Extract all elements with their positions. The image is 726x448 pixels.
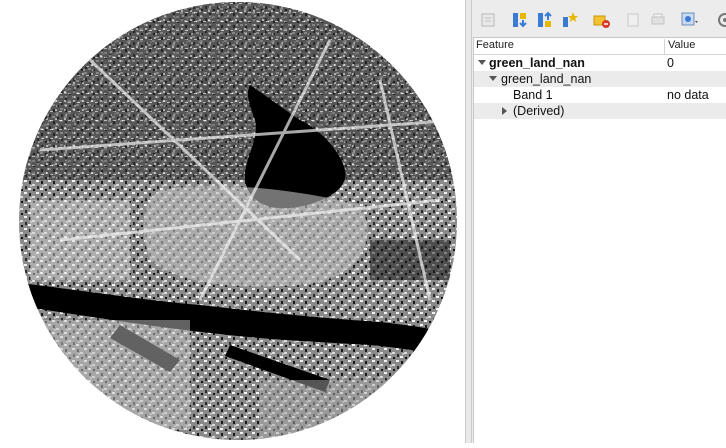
tree-row-layer[interactable]: green_land_nan 0 bbox=[474, 55, 726, 71]
band-name: Band 1 bbox=[513, 88, 553, 102]
expand-arrow-icon[interactable] bbox=[502, 107, 507, 115]
feature-name: green_land_nan bbox=[501, 72, 592, 86]
layer-value: 0 bbox=[667, 56, 674, 70]
identify-mode-icon[interactable] bbox=[681, 11, 699, 29]
column-header-value[interactable]: Value bbox=[664, 39, 695, 54]
copy-feature-icon[interactable] bbox=[624, 11, 642, 29]
expand-tree-icon[interactable] bbox=[480, 11, 498, 29]
collapse-all-icon[interactable] bbox=[536, 11, 554, 29]
highlight-feature-icon[interactable] bbox=[593, 11, 611, 29]
panel-splitter[interactable] bbox=[465, 0, 472, 443]
identify-toolbar bbox=[472, 0, 726, 36]
tree-row-band[interactable]: Band 1 no data bbox=[474, 87, 726, 103]
identify-results-tree[interactable]: Feature Value green_land_nan 0 green_lan… bbox=[473, 37, 726, 443]
band-value: no data bbox=[667, 88, 709, 102]
derived-name: (Derived) bbox=[513, 104, 565, 118]
identify-results-panel: Feature Value green_land_nan 0 green_lan… bbox=[472, 0, 726, 443]
raster-layer-image bbox=[19, 2, 457, 440]
layer-name: green_land_nan bbox=[489, 56, 585, 70]
print-icon[interactable] bbox=[649, 11, 667, 29]
expand-new-icon[interactable] bbox=[561, 11, 579, 29]
collapse-arrow-icon[interactable] bbox=[489, 76, 497, 81]
settings-icon[interactable] bbox=[716, 11, 726, 29]
map-canvas[interactable] bbox=[0, 0, 465, 443]
column-header-feature[interactable]: Feature bbox=[476, 39, 514, 51]
tree-header: Feature Value bbox=[474, 38, 726, 55]
tree-row-feature[interactable]: green_land_nan bbox=[474, 71, 726, 87]
expand-all-icon[interactable] bbox=[511, 11, 529, 29]
collapse-arrow-icon[interactable] bbox=[478, 60, 486, 65]
tree-row-derived[interactable]: (Derived) bbox=[474, 103, 726, 119]
